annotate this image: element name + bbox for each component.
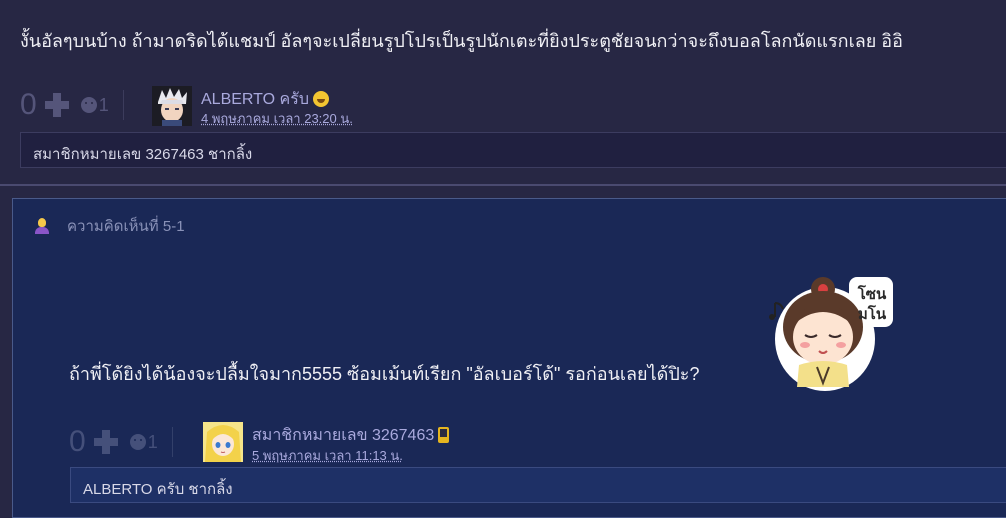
reply-header: ความคิดเห็นที่ 5-1 [33,214,185,238]
user-icon [33,217,51,235]
reply-date[interactable]: 5 พฤษภาคม เวลา 11:13 น. [252,445,403,466]
separator [0,184,1006,186]
reply-vote-count: 0 [69,425,86,459]
reply-avatar[interactable] [203,422,243,462]
reply-emotion-count: 1 [148,432,158,453]
reply-avatar-image [203,422,243,462]
comment-text: งั้นอัลๆบนบ้าง ถ้ามาดริดได้แชมป์ อัลๆจะเ… [20,26,903,55]
emotion-count: 1 [99,95,109,116]
avatar-image [152,86,192,126]
reply-author-name: สมาชิกหมายเลข 3267463 [252,427,434,444]
reply-preview-box[interactable]: ALBERTO ครับ ชากลิ้ง [70,467,1006,503]
sticker-text-1: โซน [857,284,887,303]
comment-date[interactable]: 4 พฤษภาคม เวลา 23:20 น. [201,108,353,129]
vote-row: 0 1 [20,88,124,122]
sticker-drawing: โซน มโน [761,269,893,395]
divider [123,90,124,120]
reply-vote-row: 0 1 [69,425,173,459]
reply-emotion-icon[interactable] [130,434,146,450]
reply-text: ถ้าพี่โด้ยิงได้น้องจะปลื้มใจมาก5555 ซ้อม… [69,359,699,388]
plus-vote-icon[interactable] [45,93,69,117]
reply-preview[interactable]: สมาชิกหมายเลข 3267463 ชากลิ้ง [20,132,1006,168]
sticker-image: โซน มโน [761,269,893,395]
avatar[interactable] [152,86,192,126]
reply-label: ความคิดเห็นที่ 5-1 [67,214,185,238]
top-comment: งั้นอัลๆบนบ้าง ถ้ามาดริดได้แชมป์ อัลๆจะเ… [0,0,1006,184]
reply-plus-vote-icon[interactable] [94,430,118,454]
grin-emoji-icon [313,91,329,107]
mobile-device-icon [438,427,449,443]
emotion-icon[interactable] [81,97,97,113]
vote-count: 0 [20,88,37,122]
author-name: ALBERTO ครับ [201,91,309,108]
sticker-text-2: มโน [858,304,887,323]
reply-panel: ความคิดเห็นที่ 5-1 โซน มโน ถ้าพี่โด้ยิงไ… [12,198,1006,518]
reply-divider [172,427,173,457]
